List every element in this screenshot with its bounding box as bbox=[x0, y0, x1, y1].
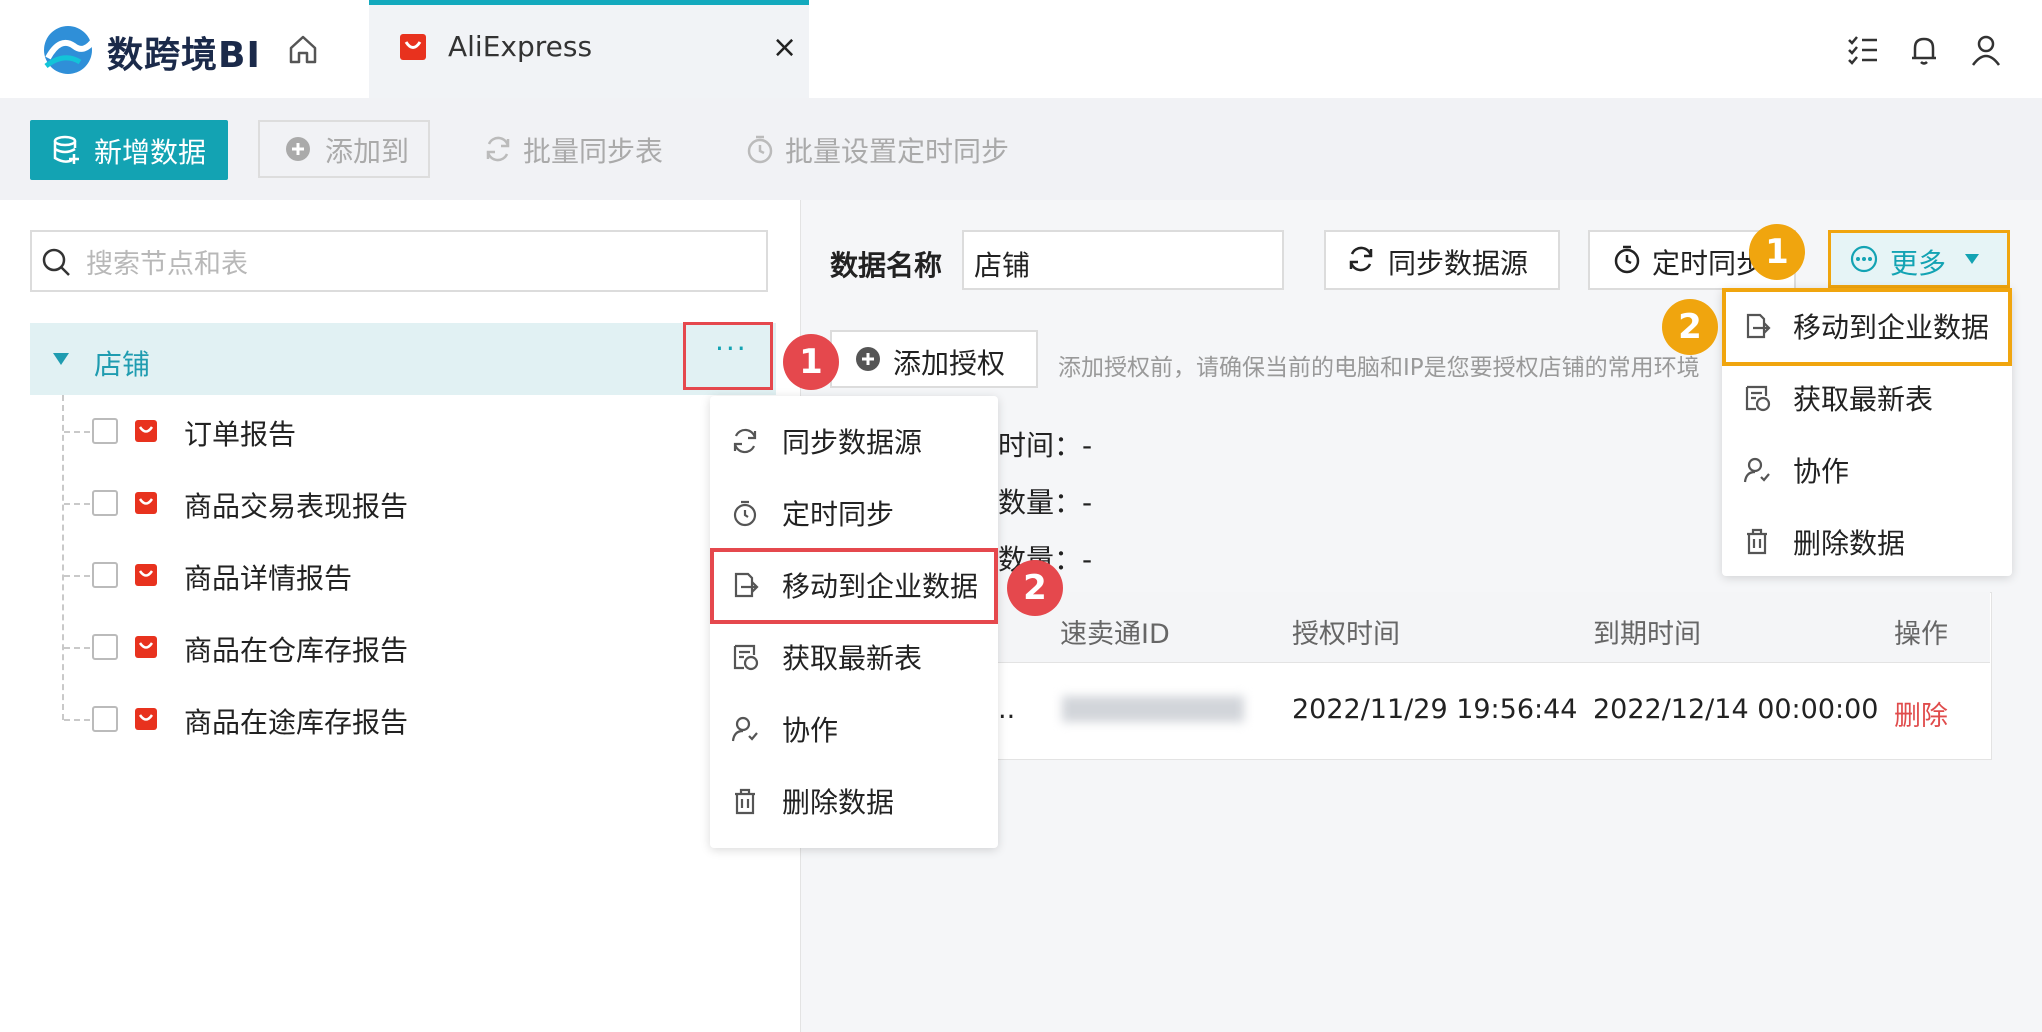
more-dots-icon: ··· bbox=[715, 332, 748, 365]
blurred-id bbox=[1062, 696, 1244, 722]
aliexpress-icon bbox=[135, 564, 157, 586]
timer-sync-label: 定时同步 bbox=[1652, 247, 1765, 280]
more-label: 更多 bbox=[1890, 247, 1947, 280]
collaborate-icon bbox=[731, 716, 758, 742]
sync-icon bbox=[733, 428, 757, 454]
collaborate-icon bbox=[1743, 457, 1770, 483]
tree-connector bbox=[64, 647, 90, 649]
timer-icon bbox=[747, 135, 773, 164]
batch-sync-button[interactable]: 批量同步表 bbox=[523, 130, 663, 170]
tree-item-label[interactable]: 商品交易表现报告 bbox=[184, 485, 408, 525]
menu-item-collab[interactable]: 协作 bbox=[782, 709, 838, 749]
more-item-delete[interactable]: 删除数据 bbox=[1793, 522, 1905, 562]
trash-icon bbox=[1747, 528, 1767, 555]
column-header: 授权时间 bbox=[1292, 619, 1400, 650]
aliexpress-icon bbox=[400, 34, 426, 60]
search-placeholder: 搜索节点和表 bbox=[86, 249, 248, 280]
add-to-label: 添加到 bbox=[325, 135, 410, 168]
aliexpress-icon bbox=[135, 708, 157, 730]
task-list-icon[interactable] bbox=[1845, 32, 1881, 68]
step-badge: 2 bbox=[1662, 299, 1718, 355]
table-cell: .. bbox=[998, 694, 1016, 725]
menu-item-timer[interactable]: 定时同步 bbox=[782, 493, 894, 533]
tree-item-label[interactable]: 商品在仓库存报告 bbox=[184, 629, 408, 669]
caret-down-icon bbox=[1965, 254, 1979, 264]
checkbox[interactable] bbox=[92, 562, 118, 588]
highlight-box bbox=[1722, 288, 2012, 366]
checkbox[interactable] bbox=[92, 634, 118, 660]
aliexpress-icon bbox=[135, 636, 157, 658]
tree-connector bbox=[64, 431, 90, 433]
info-row: 时间：- bbox=[998, 429, 1093, 462]
plus-circle-icon bbox=[856, 347, 880, 371]
sync-icon bbox=[1349, 246, 1373, 272]
menu-item-refresh[interactable]: 获取最新表 bbox=[782, 637, 922, 677]
tree-item-label[interactable]: 订单报告 bbox=[184, 413, 296, 453]
aliexpress-icon bbox=[135, 420, 157, 442]
add-auth-label: 添加授权 bbox=[893, 347, 1006, 380]
refresh-table-icon bbox=[733, 644, 759, 671]
tab-label: AliExpress bbox=[448, 30, 593, 63]
step-badge: 1 bbox=[783, 334, 839, 390]
data-name-label: 数据名称 bbox=[830, 249, 943, 282]
more-item-refresh[interactable]: 获取最新表 bbox=[1793, 378, 1933, 418]
data-name-value: 店铺 bbox=[974, 249, 1031, 282]
trash-icon bbox=[735, 788, 755, 815]
timer-icon bbox=[1614, 245, 1640, 274]
checkbox[interactable] bbox=[92, 490, 118, 516]
more-circle-icon bbox=[1850, 245, 1878, 273]
column-header: 操作 bbox=[1894, 619, 1948, 650]
home-icon[interactable] bbox=[286, 32, 320, 66]
table-cell-expire-time: 2022/12/14 00:00:00 bbox=[1593, 694, 1879, 725]
step-badge: 2 bbox=[1007, 560, 1063, 616]
app-brand: 数跨境BI bbox=[107, 35, 261, 76]
sync-source-label: 同步数据源 bbox=[1388, 247, 1529, 280]
app-logo-icon bbox=[44, 26, 97, 74]
checkbox[interactable] bbox=[92, 418, 118, 444]
tree-item-label[interactable]: 商品详情报告 bbox=[184, 557, 352, 597]
step-badge: 1 bbox=[1749, 224, 1805, 280]
database-add-icon bbox=[53, 135, 79, 164]
aliexpress-icon bbox=[135, 492, 157, 514]
tree-root-label: 店铺 bbox=[94, 348, 151, 381]
refresh-table-icon bbox=[1745, 385, 1771, 412]
highlight-box bbox=[710, 548, 998, 624]
menu-item-delete[interactable]: 删除数据 bbox=[782, 781, 894, 821]
new-data-label: 新增数据 bbox=[94, 136, 207, 169]
tree-item-label[interactable]: 商品在途库存报告 bbox=[184, 701, 408, 741]
tree-connector bbox=[64, 503, 90, 505]
user-icon[interactable] bbox=[1968, 32, 2004, 68]
menu-item-sync[interactable]: 同步数据源 bbox=[782, 421, 922, 461]
tree-connector bbox=[64, 575, 90, 577]
timer-icon bbox=[733, 500, 757, 527]
auth-hint-text: 添加授权前，请确保当前的电脑和IP是您要授权店铺的常用环境 bbox=[1058, 355, 1700, 381]
tree-connector bbox=[62, 395, 64, 720]
column-header: 到期时间 bbox=[1593, 619, 1701, 650]
tree-connector bbox=[64, 719, 90, 721]
tab-close-icon[interactable]: × bbox=[772, 30, 797, 65]
batch-timer-button[interactable]: 批量设置定时同步 bbox=[785, 130, 1009, 170]
info-row: 数量：- bbox=[998, 486, 1093, 519]
caret-down-icon[interactable] bbox=[52, 352, 70, 366]
table-cell-auth-time: 2022/11/29 19:56:44 bbox=[1292, 694, 1578, 725]
bell-icon[interactable] bbox=[1906, 32, 1942, 68]
plus-circle-icon bbox=[286, 137, 310, 161]
search-icon bbox=[42, 248, 70, 276]
checkbox[interactable] bbox=[92, 706, 118, 732]
delete-link[interactable]: 删除 bbox=[1894, 694, 1948, 733]
sync-icon bbox=[486, 136, 510, 162]
column-header: 速卖通ID bbox=[1060, 619, 1170, 650]
more-item-collab[interactable]: 协作 bbox=[1793, 450, 1849, 490]
